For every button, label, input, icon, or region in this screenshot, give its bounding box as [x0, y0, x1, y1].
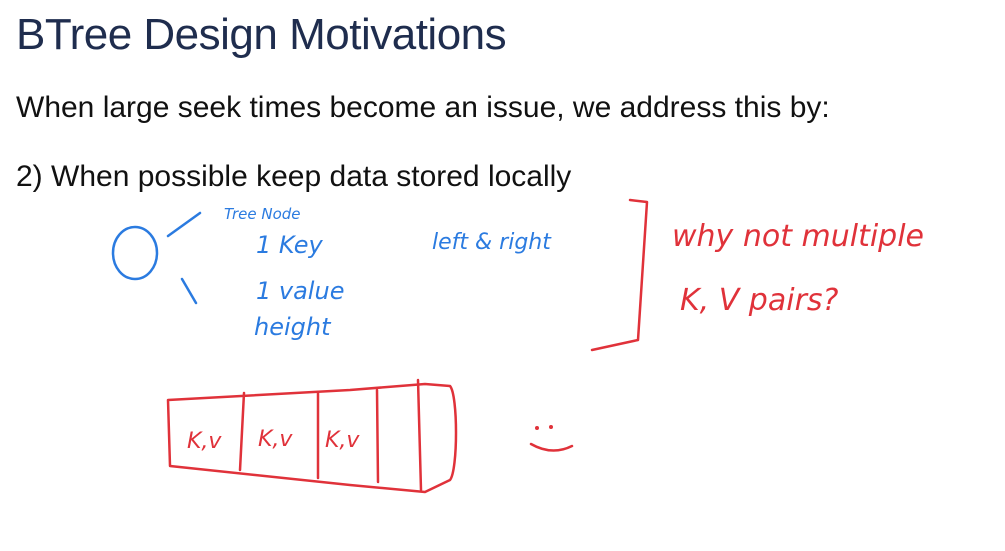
node-circle	[111, 225, 159, 281]
divider-1	[238, 391, 246, 472]
left-child-edge	[166, 211, 202, 238]
left-right-label: left & right	[432, 230, 552, 255]
smiley-icon	[529, 425, 574, 452]
question-line-2: K, V pairs?	[680, 283, 839, 318]
handwritten-annotations: Tree Node 1 Key 1 value height left & ri…	[111, 198, 924, 494]
tree-node-sketch	[111, 211, 202, 305]
height-label: height	[254, 313, 332, 341]
divider-4	[416, 378, 423, 492]
tree-node-label: Tree Node	[224, 205, 301, 223]
cell-1-label: K,v	[187, 429, 222, 454]
value-label: 1 value	[256, 277, 344, 305]
bracket	[590, 198, 649, 352]
key-label: 1 Key	[256, 231, 324, 259]
slide: BTree Design Motivations When large seek…	[0, 0, 1005, 551]
cell-3-label: K,v	[325, 428, 360, 453]
divider-3	[375, 388, 380, 484]
right-child-edge	[180, 277, 198, 305]
question-line-1: why not multiple	[672, 219, 924, 254]
cell-2-label: K,v	[258, 427, 293, 452]
